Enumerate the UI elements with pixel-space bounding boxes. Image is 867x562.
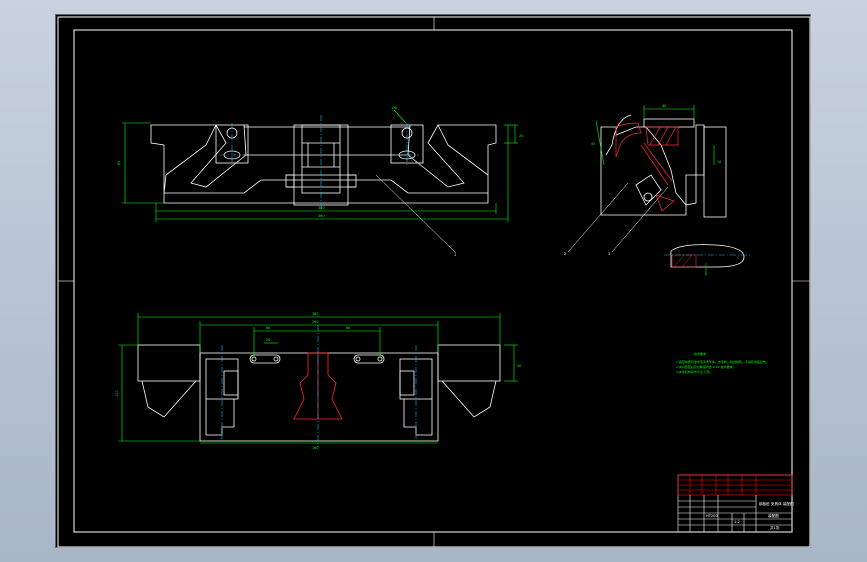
dim-plan-inner: 260 <box>312 320 318 324</box>
dim-front-height: 80 <box>117 161 121 165</box>
plan-view <box>137 344 501 442</box>
balloon-1: 1 <box>454 253 456 257</box>
dim-plan-right-height: 30 <box>517 364 521 368</box>
leader-lines <box>375 174 669 254</box>
cad-viewport[interactable]: 80 340 360 20 Ø8 1 2 3 40 45 10 A 380 26… <box>55 14 811 548</box>
title-block-scale: 1:2 <box>734 520 740 524</box>
dim-plan-width: 160 <box>312 446 318 450</box>
balloon-2: 2 <box>564 252 566 256</box>
dim-front-right-height: 20 <box>519 134 523 138</box>
dim-front-circle: Ø8 <box>392 105 397 110</box>
dim-section-right: 10 <box>717 160 721 164</box>
dim-section-side: 45 <box>591 142 595 146</box>
balloon-3: 3 <box>608 252 610 256</box>
notes-line-2: 2.夹具装配后定位精度符合 0.02 技术要求。 <box>676 364 735 369</box>
technical-notes: 技术要求 1.装配前所有零件须清洗干净，去毛刺，锐边倒钝，不得有划痕损伤。 2.… <box>676 351 769 374</box>
engineering-drawing: 80 340 360 20 Ø8 1 2 3 40 45 10 A 380 26… <box>57 16 811 548</box>
dim-plan-left-pitch: 60 <box>266 326 270 330</box>
plan-view-centerlines <box>221 325 417 447</box>
drawing-frame <box>57 16 811 548</box>
front-view-centerlines <box>220 115 419 211</box>
title-block-title: 钢板桩 夹具体 装配图 <box>759 501 794 506</box>
dim-section-top: 40 <box>662 104 666 108</box>
notes-heading: 技术要求 <box>694 351 706 356</box>
dim-plan-overall: 380 <box>312 312 318 316</box>
side-view <box>600 114 727 218</box>
title-block-material: HT200 <box>706 514 718 518</box>
dim-plan-slot: 20 <box>266 338 270 342</box>
front-view <box>150 124 497 206</box>
notes-line-3: 3.夹紧机构动作灵活 可靠。 <box>676 369 713 374</box>
dim-plan-right-pitch: 60 <box>346 326 350 330</box>
title-block-sheet: 共1张 <box>770 525 780 530</box>
side-view-hatch <box>615 122 679 212</box>
notes-line-1: 1.装配前所有零件须清洗干净，去毛刺，锐边倒钝，不得有划痕损伤。 <box>676 359 769 364</box>
dim-front-width: 340 <box>318 206 324 210</box>
section-a <box>664 244 750 273</box>
title-block-drawing-no: 装配图 <box>768 513 779 518</box>
section-a-label: A <box>705 272 708 276</box>
frame-ticks <box>58 17 810 547</box>
dim-plan-height: 110 <box>115 391 119 397</box>
dim-front-overall: 360 <box>318 214 324 218</box>
